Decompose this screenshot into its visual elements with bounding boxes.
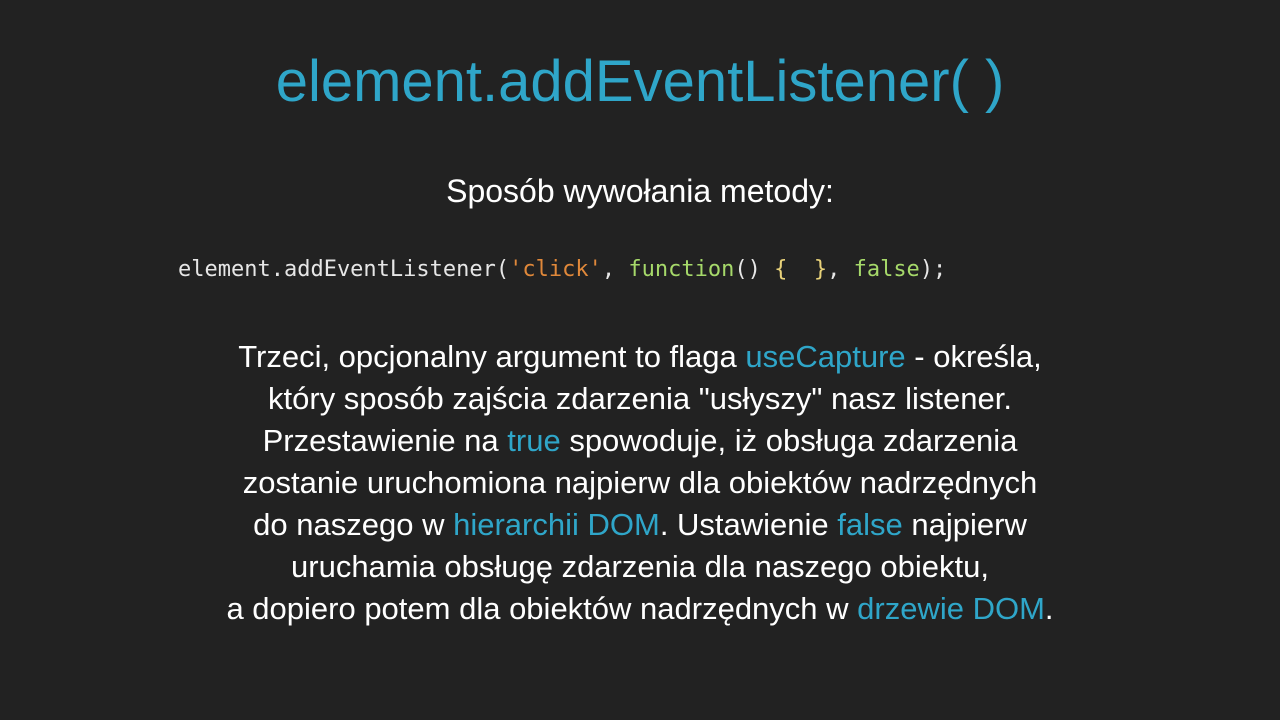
- paragraph-text: Trzeci, opcjonalny argument to flaga: [238, 339, 746, 374]
- highlight-false: false: [837, 507, 903, 542]
- paragraph-text: do naszego w: [253, 507, 454, 542]
- code-false-keyword: false: [853, 257, 920, 282]
- slide-subtitle: Sposób wywołania metody:: [446, 173, 834, 209]
- paragraph-line: Trzeci, opcjonalny argument to flaga use…: [0, 336, 1280, 378]
- paragraph-text: - określa,: [905, 339, 1042, 374]
- paragraph-text: który sposób zajścia zdarzenia "usłyszy"…: [268, 381, 1012, 416]
- code-event-string: 'click': [509, 257, 602, 282]
- code-body-space: [787, 257, 814, 282]
- code-example: element.addEventListener('click', functi…: [178, 254, 946, 286]
- paragraph-text: uruchamia obsługę zdarzenia dla naszego …: [291, 549, 989, 584]
- explanation-paragraph: Trzeci, opcjonalny argument to flaga use…: [0, 336, 1280, 630]
- highlight-hierarchii-dom: hierarchii DOM: [453, 507, 660, 542]
- code-brace-open: {: [774, 257, 788, 282]
- code-function-keyword: function: [628, 257, 735, 282]
- code-parens: (): [734, 257, 775, 282]
- paragraph-line: uruchamia obsługę zdarzenia dla naszego …: [0, 546, 1280, 588]
- highlight-usecapture: useCapture: [745, 339, 906, 374]
- highlight-drzewie-dom: drzewie DOM: [857, 591, 1045, 626]
- paragraph-text: a dopiero potem dla obiektów nadrzędnych…: [226, 591, 858, 626]
- paragraph-line: a dopiero potem dla obiektów nadrzędnych…: [0, 588, 1280, 630]
- highlight-true: true: [507, 423, 561, 458]
- code-method: element.addEventListener(: [178, 257, 510, 282]
- slide-title: element.addEventListener( ): [275, 49, 1005, 114]
- paragraph-text: najpierw: [902, 507, 1027, 542]
- paragraph-text: Przestawienie na: [262, 423, 508, 458]
- paragraph-line: Przestawienie na true spowoduje, iż obsł…: [0, 420, 1280, 462]
- paragraph-text: zostanie uruchomiona najpierw dla obiekt…: [242, 465, 1038, 500]
- code-closing: );: [919, 257, 947, 282]
- paragraph-text: spowoduje, iż obsługa zdarzenia: [560, 423, 1018, 458]
- code-comma: ,: [827, 257, 854, 282]
- code-comma: ,: [601, 257, 629, 282]
- paragraph-line: który sposób zajścia zdarzenia "usłyszy"…: [0, 378, 1280, 420]
- code-brace-close: }: [813, 257, 828, 282]
- paragraph-text: . Ustawienie: [659, 507, 838, 542]
- paragraph-line: zostanie uruchomiona najpierw dla obiekt…: [0, 462, 1280, 504]
- paragraph-line: do naszego w hierarchii DOM. Ustawienie …: [0, 504, 1280, 546]
- slide: element.addEventListener( ) Sposób wywoł…: [0, 0, 1280, 720]
- paragraph-text: .: [1044, 591, 1054, 626]
